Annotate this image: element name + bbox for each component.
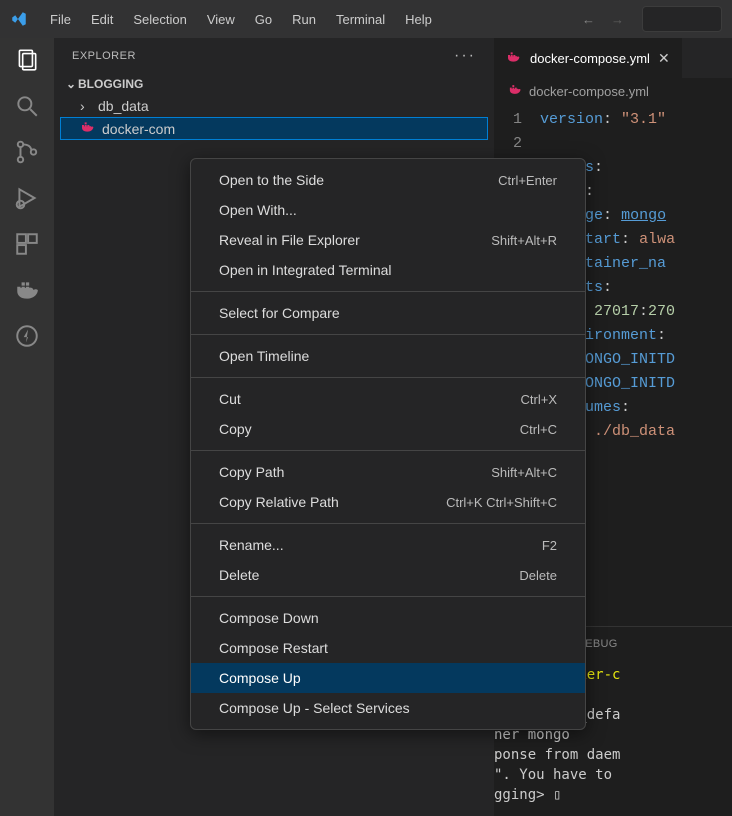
nav-forward-icon[interactable]: → [611, 12, 624, 27]
run-debug-icon[interactable] [13, 184, 41, 212]
menu-help[interactable]: Help [395, 6, 442, 33]
tab-label: docker-compose.yml [530, 51, 650, 66]
menu-run[interactable]: Run [282, 6, 326, 33]
chevron-right-icon: › [80, 98, 92, 114]
ctx-open-in-integrated-terminal[interactable]: Open in Integrated Terminal [191, 255, 585, 285]
ctx-open-timeline[interactable]: Open Timeline [191, 341, 585, 371]
breadcrumb[interactable]: docker-compose.yml [494, 78, 732, 104]
ctx-open-to-the-side[interactable]: Open to the SideCtrl+Enter [191, 165, 585, 195]
docker-icon[interactable] [13, 276, 41, 304]
explorer-icon[interactable] [13, 46, 41, 74]
menu-selection[interactable]: Selection [123, 6, 196, 33]
menu-edit[interactable]: Edit [81, 6, 123, 33]
ctx-compose-down[interactable]: Compose Down [191, 603, 585, 633]
chevron-down-icon: ⌄ [66, 77, 78, 91]
sidebar-title: EXPLORER [72, 50, 136, 62]
ctx-delete[interactable]: DeleteDelete [191, 560, 585, 590]
menu-view[interactable]: View [197, 6, 245, 33]
ctx-copy-relative-path[interactable]: Copy Relative PathCtrl+K Ctrl+Shift+C [191, 487, 585, 517]
close-icon[interactable]: ✕ [658, 50, 670, 67]
tab-bar: docker-compose.yml ✕ [494, 38, 732, 78]
ctx-copy-path[interactable]: Copy PathShift+Alt+C [191, 457, 585, 487]
ctx-compose-up[interactable]: Compose Up [191, 663, 585, 693]
ctx-compose-up-select-services[interactable]: Compose Up - Select Services [191, 693, 585, 723]
menu-terminal[interactable]: Terminal [326, 6, 395, 33]
ctx-select-for-compare[interactable]: Select for Compare [191, 298, 585, 328]
tree-item-label: docker-com [102, 121, 175, 137]
ctx-open-with-[interactable]: Open With... [191, 195, 585, 225]
docker-file-icon [506, 50, 522, 67]
ctx-copy[interactable]: CopyCtrl+C [191, 414, 585, 444]
ctx-reveal-in-file-explorer[interactable]: Reveal in File ExplorerShift+Alt+R [191, 225, 585, 255]
activity-bar [0, 38, 54, 816]
context-menu: Open to the SideCtrl+EnterOpen With...Re… [190, 158, 586, 730]
tree-file-item[interactable]: docker-com [60, 117, 488, 140]
extensions-icon[interactable] [13, 230, 41, 258]
docker-file-icon [508, 83, 523, 99]
docker-file-icon [80, 120, 96, 137]
folder-section-header[interactable]: ⌄ BLOGGING [60, 73, 488, 95]
ctx-compose-restart[interactable]: Compose Restart [191, 633, 585, 663]
search-icon[interactable] [13, 92, 41, 120]
tree-folder-item[interactable]: › db_data [60, 95, 488, 117]
titlebar: FileEditSelectionViewGoRunTerminalHelp ←… [0, 0, 732, 38]
vscode-logo-icon [10, 10, 28, 28]
menu-bar: FileEditSelectionViewGoRunTerminalHelp [40, 6, 442, 33]
command-search-input[interactable] [642, 6, 722, 32]
source-control-icon[interactable] [13, 138, 41, 166]
menu-go[interactable]: Go [245, 6, 282, 33]
ctx-rename-[interactable]: Rename...F2 [191, 530, 585, 560]
thunder-icon[interactable] [13, 322, 41, 350]
more-icon[interactable]: ··· [454, 47, 476, 65]
ctx-cut[interactable]: CutCtrl+X [191, 384, 585, 414]
tree-item-label: db_data [98, 98, 149, 114]
editor-tab[interactable]: docker-compose.yml ✕ [494, 38, 683, 78]
nav-back-icon[interactable]: ← [582, 12, 595, 27]
menu-file[interactable]: File [40, 6, 81, 33]
